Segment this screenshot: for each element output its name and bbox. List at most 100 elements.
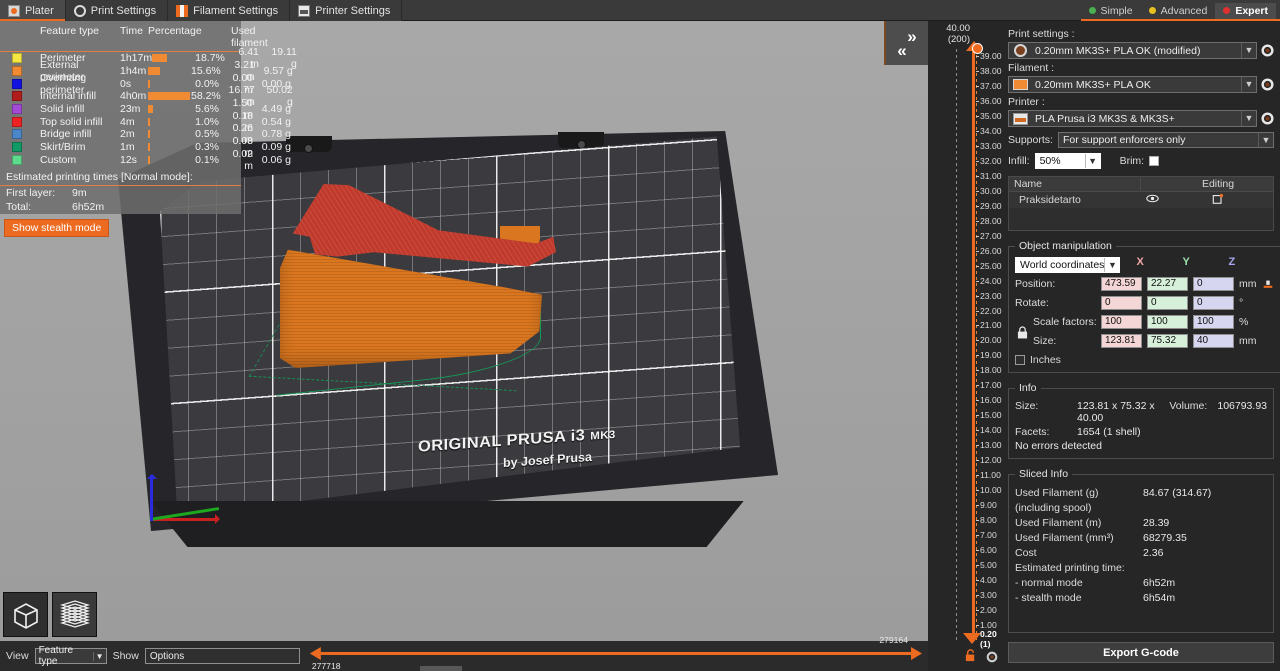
legend-time: 23m: [120, 103, 141, 116]
sliced-info-value: 6h52m: [1143, 577, 1176, 589]
mode-simple[interactable]: Simple: [1081, 3, 1141, 19]
sliced-info-key: Estimated printing time:: [1015, 562, 1125, 574]
legend-feature-name: Top solid infill: [40, 115, 103, 128]
info-panel: Info Size: 123.81 x 75.32 x 40.00 Volume…: [1008, 382, 1274, 459]
filament-combo[interactable]: 0.20mm MK3S+ PLA OK ▼: [1008, 76, 1257, 93]
legend-feature-name: Bridge infill: [40, 128, 92, 141]
brim-checkbox[interactable]: [1149, 156, 1160, 166]
layer-slider-upper-knob[interactable]: [972, 43, 983, 54]
inches-checkbox[interactable]: [1015, 355, 1025, 365]
moves-slider-right-handle[interactable]: [911, 647, 922, 660]
tab-filament-settings[interactable]: Filament Settings: [168, 0, 291, 21]
legend-weight: 4.49 g: [261, 103, 291, 116]
first-layer-value: 9m: [72, 187, 87, 200]
legend-row: Top solid infill 4m 1.0% 0.18 m 0.54 g: [0, 110, 291, 134]
chevron-down-icon[interactable]: ▼: [1241, 43, 1256, 58]
layer-slider-lower-handle[interactable]: [963, 633, 981, 644]
legend-row: Skirt/Brim 1m 0.3% 0.03 m 0.09 g: [0, 135, 291, 159]
sliced-info-key: Used Filament (m): [1015, 517, 1102, 529]
om-field-z[interactable]: [1193, 314, 1234, 329]
om-field-z[interactable]: [1193, 276, 1234, 291]
total-value: 6h52m: [72, 201, 105, 214]
collapse-sidebar-button[interactable]: » «: [884, 21, 928, 65]
layer-tick-label: 17.00: [976, 380, 1002, 391]
legend-row: Perimeter 1h17m 18.7% 6.41 m 19.11 g: [0, 46, 297, 70]
om-row-unit: mm: [1239, 334, 1257, 347]
om-field-z[interactable]: [1193, 295, 1234, 310]
legend-bar: [148, 104, 191, 114]
legend-percentage: 0.0%: [195, 77, 219, 90]
print-settings-combo[interactable]: 0.20mm MK3S+ PLA OK (modified) ▼: [1008, 42, 1257, 59]
layer-tick-label: 21.00: [976, 320, 1002, 331]
om-field-x[interactable]: [1101, 276, 1142, 291]
export-gcode-button[interactable]: Export G-code: [1008, 642, 1274, 663]
om-field-x[interactable]: [1101, 314, 1142, 329]
moves-slider-left-value: 277718: [311, 661, 341, 671]
object-name: Praksidetarto: [1019, 194, 1081, 206]
om-field-y[interactable]: [1147, 314, 1188, 329]
info-errors-row: No errors detected: [1015, 440, 1267, 452]
right-sidebar: Print settings : 0.20mm MK3S+ PLA OK (mo…: [1002, 21, 1280, 671]
moves-slider[interactable]: 277718 279164: [309, 635, 922, 671]
show-options-field[interactable]: Options: [144, 648, 300, 664]
drop-to-bed-icon[interactable]: [1262, 278, 1274, 290]
total-label: Total:: [6, 201, 32, 214]
chevron-down-icon[interactable]: ▼: [1084, 154, 1100, 168]
layer-slider[interactable]: 40.00 (200) 39.00 38.00 37.00 36.00 35.00 34.…: [928, 21, 1002, 671]
chevron-down-icon[interactable]: ▼: [1104, 258, 1119, 272]
tab-plater[interactable]: Plater: [0, 0, 66, 21]
gear-icon[interactable]: [986, 651, 998, 663]
chevron-down-icon[interactable]: ▼: [1258, 133, 1273, 147]
infill-combo[interactable]: 50% ▼: [1034, 153, 1101, 169]
sliced-model[interactable]: [268, 184, 558, 396]
mode-label: Advanced: [1160, 4, 1208, 17]
supports-combo[interactable]: For support enforcers only ▼: [1057, 132, 1274, 148]
view-type-combo[interactable]: Feature type ▼: [34, 645, 107, 667]
om-row-label: Position:: [1015, 277, 1056, 290]
bed-logo-model: MK3: [590, 429, 616, 443]
preview-view-button[interactable]: [52, 592, 97, 637]
chevron-down-icon[interactable]: ▼: [92, 651, 106, 661]
object-list-header: Name Editing: [1009, 177, 1273, 192]
om-field-y[interactable]: [1147, 276, 1188, 291]
sliced-info-rows: Used Filament (g) 84.67 (314.67) (includi…: [1015, 487, 1267, 604]
legend-color-swatch: [6, 104, 40, 115]
table-row[interactable]: Praksidetarto: [1009, 192, 1273, 208]
layer-tick-label: 34.00: [976, 125, 1002, 136]
uniform-scale-lock-icon[interactable]: [1017, 326, 1028, 339]
om-field-y[interactable]: [1147, 295, 1188, 310]
om-field-z[interactable]: [1193, 333, 1234, 348]
supports-value: For support enforcers only: [1062, 134, 1186, 146]
coordinate-system-combo[interactable]: World coordinates ▼: [1015, 257, 1121, 273]
eye-icon[interactable]: [1141, 194, 1163, 206]
legend-time: 1m: [120, 141, 135, 154]
show-stealth-mode-button[interactable]: Show stealth mode: [4, 219, 110, 238]
legend-color-swatch: [6, 78, 40, 89]
feature-legend-panel: Feature type Time Percentage Used filame…: [0, 21, 297, 238]
filament-gear-icon[interactable]: [1261, 78, 1274, 91]
info-volume-value: 106793.93: [1217, 400, 1267, 412]
tab-print-settings[interactable]: Print Settings: [65, 0, 169, 21]
editor-view-button[interactable]: [3, 592, 48, 637]
sliced-info-row: Estimated printing time:: [1015, 562, 1267, 574]
tab-printer-settings[interactable]: Printer Settings: [290, 0, 403, 21]
edit-icon[interactable]: [1163, 193, 1273, 208]
legend-bar: [148, 129, 191, 139]
mode-advanced[interactable]: Advanced: [1141, 3, 1216, 19]
moves-slider-left-handle[interactable]: [309, 647, 321, 660]
layer-tick-label: 19.00: [976, 350, 1002, 361]
info-volume-label: Volume:: [1169, 400, 1208, 412]
om-field-y[interactable]: [1147, 333, 1188, 348]
printer-gear-icon[interactable]: [1261, 112, 1274, 125]
mode-expert[interactable]: Expert: [1215, 2, 1276, 19]
print-settings-gear-icon[interactable]: [1261, 44, 1274, 57]
layer-tick-label: 38.00: [976, 66, 1002, 76]
chevron-down-icon[interactable]: ▼: [1241, 111, 1256, 126]
printer-combo[interactable]: PLA Prusa i3 MK3S & MK3S+ ▼: [1008, 110, 1257, 127]
infill-label: Infill:: [1008, 155, 1030, 167]
unlock-icon[interactable]: [964, 649, 977, 662]
om-field-x[interactable]: [1101, 295, 1142, 310]
om-field-x[interactable]: [1101, 333, 1142, 348]
model-side-face: [280, 249, 542, 368]
chevron-down-icon[interactable]: ▼: [1241, 77, 1256, 92]
